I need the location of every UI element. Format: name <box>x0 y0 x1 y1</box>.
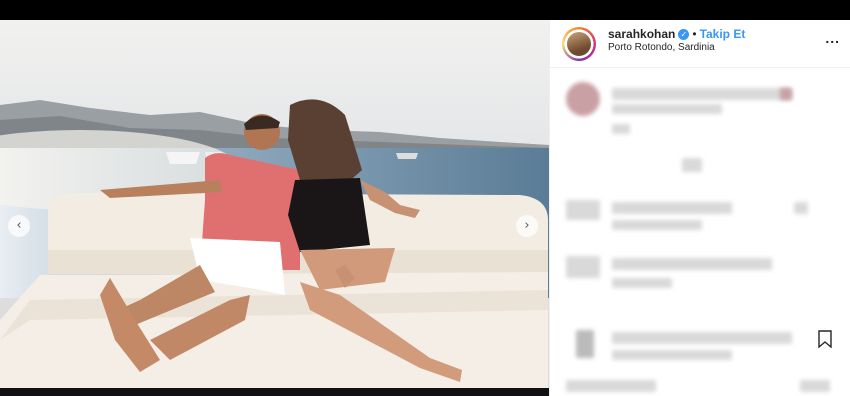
blurred-avatar <box>576 330 594 358</box>
comment-list <box>550 68 850 396</box>
avatar[interactable] <box>562 27 596 61</box>
next-photo-icon[interactable]: › <box>516 215 538 237</box>
bookmark-icon[interactable] <box>818 330 832 348</box>
blurred-comment <box>780 88 792 100</box>
post-sidebar: sarahkohan ✓ • Takip Et Porto Rotondo, Sard… <box>549 20 850 396</box>
blurred-comment <box>612 350 732 360</box>
username-line: sarahkohan ✓ • Takip Et <box>608 27 745 41</box>
previous-photo-icon[interactable]: ‹ <box>8 215 30 237</box>
photo-illustration <box>0 20 549 388</box>
blurred-comment <box>612 124 630 134</box>
location-link[interactable]: Porto Rotondo, Sardinia <box>608 42 715 53</box>
blurred-avatar <box>566 82 600 116</box>
verified-badge-icon: ✓ <box>678 29 690 41</box>
blurred-comment <box>612 258 772 270</box>
blurred-comment <box>566 380 656 392</box>
blurred-comment <box>612 220 702 230</box>
separator: • <box>692 27 697 41</box>
blurred-comment <box>612 278 672 288</box>
blurred-comment <box>612 88 792 100</box>
blurred-avatar <box>566 200 600 220</box>
blurred-comment <box>794 202 808 214</box>
post-photo[interactable]: ‹ › <box>0 20 549 388</box>
blurred-comment <box>612 202 732 214</box>
blurred-comment <box>612 104 722 114</box>
more-options-icon[interactable]: ... <box>825 30 840 46</box>
avatar-image <box>565 30 593 58</box>
top-black-bar <box>0 0 850 20</box>
follow-button[interactable]: Takip Et <box>700 27 746 41</box>
post-header: sarahkohan ✓ • Takip Et Porto Rotondo, Sard… <box>550 20 850 68</box>
blurred-avatar <box>566 256 600 278</box>
photo-bottom-strip <box>0 388 549 396</box>
blurred-comment <box>682 158 702 172</box>
blurred-comment <box>612 332 792 344</box>
username-link[interactable]: sarahkohan <box>608 27 675 41</box>
blurred-comment <box>800 380 830 392</box>
